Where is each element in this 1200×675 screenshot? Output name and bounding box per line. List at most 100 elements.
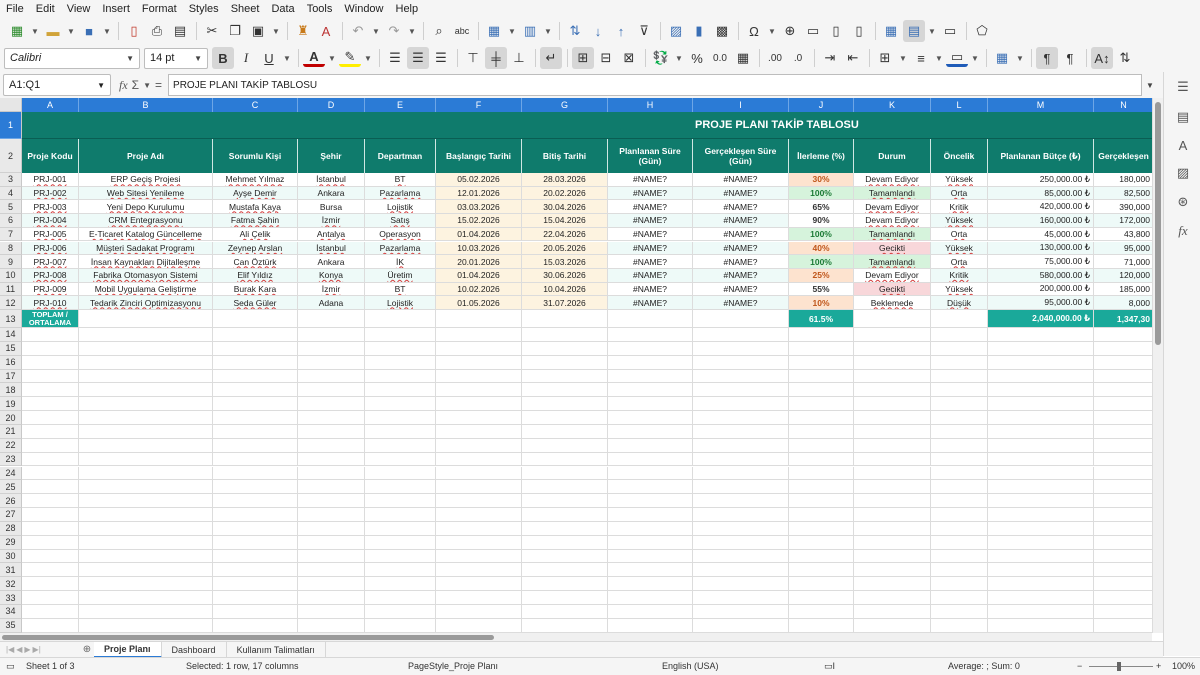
empty-cell[interactable] [854, 411, 931, 425]
empty-cell[interactable] [693, 591, 789, 605]
table-cell[interactable]: 82,500 [1094, 186, 1152, 201]
empty-cell[interactable] [931, 535, 988, 550]
empty-cell[interactable] [365, 535, 436, 550]
table-cell[interactable]: Fabrika Otomasyon Sistemi [79, 268, 213, 283]
properties-icon[interactable]: ▤ [1174, 108, 1192, 126]
chevron-down-icon[interactable]: ▼ [926, 20, 938, 42]
comment-icon[interactable]: ▭ [802, 20, 824, 42]
table-cell[interactable]: Seda Güler [213, 296, 298, 310]
empty-cell[interactable] [22, 341, 79, 356]
vertical-text-icon[interactable]: A↕ [1091, 47, 1113, 69]
total-empty-cell[interactable] [522, 310, 608, 328]
row-header-11[interactable]: 11 [0, 282, 22, 297]
column-header-f[interactable]: F [436, 98, 522, 112]
empty-cell[interactable] [854, 577, 931, 592]
empty-cell[interactable] [931, 563, 988, 578]
header-cell[interactable]: Bitiş Tarihi [522, 139, 608, 173]
font-color-icon[interactable]: A [303, 49, 325, 67]
empty-cell[interactable] [522, 341, 608, 356]
empty-cell[interactable] [213, 424, 298, 439]
empty-cell[interactable] [789, 480, 854, 495]
empty-cell[interactable] [522, 369, 608, 384]
horizontal-scrollbar[interactable] [0, 633, 1152, 641]
table-cell[interactable]: Orta [931, 227, 988, 242]
print-preview-icon[interactable]: ▤ [169, 20, 191, 42]
empty-cell[interactable] [854, 424, 931, 439]
empty-cell[interactable] [988, 369, 1094, 384]
empty-cell[interactable] [854, 369, 931, 384]
row-header-10[interactable]: 10 [0, 268, 22, 283]
empty-cell[interactable] [1094, 508, 1152, 522]
border-color-icon[interactable]: ▭ [946, 49, 968, 67]
empty-cell[interactable] [213, 605, 298, 619]
empty-cell[interactable] [436, 605, 522, 619]
empty-cell[interactable] [436, 549, 522, 564]
table-cell[interactable]: Müşteri Sadakat Programı [79, 241, 213, 256]
row-header-5[interactable]: 5 [0, 200, 22, 215]
row-header-25[interactable]: 25 [0, 480, 22, 495]
empty-cell[interactable] [213, 341, 298, 356]
tab-dashboard[interactable]: Dashboard [162, 641, 227, 658]
total-empty-cell[interactable] [365, 310, 436, 328]
empty-cell[interactable] [693, 411, 789, 425]
empty-cell[interactable] [522, 605, 608, 619]
empty-cell[interactable] [854, 480, 931, 495]
empty-cell[interactable] [436, 466, 522, 481]
empty-cell[interactable] [22, 508, 79, 522]
empty-cell[interactable] [522, 480, 608, 495]
empty-cell[interactable] [298, 452, 365, 467]
empty-cell[interactable] [693, 480, 789, 495]
empty-cell[interactable] [1094, 550, 1152, 564]
empty-cell[interactable] [522, 549, 608, 564]
empty-cell[interactable] [988, 383, 1094, 398]
empty-cell[interactable] [436, 341, 522, 356]
table-cell[interactable]: ERP Geçiş Projesi [79, 173, 213, 187]
table-cell[interactable]: Tamamlandı [854, 227, 931, 242]
empty-cell[interactable] [522, 438, 608, 453]
empty-cell[interactable] [213, 397, 298, 412]
table-cell[interactable]: 15.02.2026 [436, 214, 522, 228]
row-header-7[interactable]: 7 [0, 227, 22, 242]
table-cell[interactable]: CRM Entegrasyonu [79, 214, 213, 228]
empty-cell[interactable] [988, 466, 1094, 481]
empty-cell[interactable] [22, 591, 79, 605]
empty-cell[interactable] [522, 563, 608, 578]
empty-cell[interactable] [608, 480, 693, 495]
save-icon[interactable]: ■ [78, 20, 100, 42]
empty-cell[interactable] [608, 452, 693, 467]
empty-cell[interactable] [693, 618, 789, 633]
empty-cell[interactable] [931, 383, 988, 398]
empty-cell[interactable] [1094, 605, 1152, 619]
menu-tools[interactable]: Tools [301, 0, 339, 18]
functions-icon[interactable]: fx [1174, 222, 1192, 240]
row-header-32[interactable]: 32 [0, 577, 22, 592]
table-cell[interactable]: Ali Çelik [213, 227, 298, 242]
empty-cell[interactable] [79, 563, 213, 578]
empty-cell[interactable] [22, 438, 79, 453]
table-cell[interactable]: #NAME? [693, 268, 789, 283]
empty-cell[interactable] [436, 383, 522, 398]
table-cell[interactable]: Lojistik [365, 296, 436, 310]
table-cell[interactable]: #NAME? [608, 227, 693, 242]
empty-cell[interactable] [522, 591, 608, 605]
table-cell[interactable]: #NAME? [608, 186, 693, 201]
header-cell[interactable]: İlerleme (%) [789, 139, 854, 173]
row-header-28[interactable]: 28 [0, 521, 22, 536]
empty-cell[interactable] [79, 466, 213, 481]
row-header-2[interactable]: 2 [0, 139, 22, 173]
column-header-c[interactable]: C [213, 98, 298, 112]
table-cell[interactable]: #NAME? [693, 282, 789, 297]
table-cell[interactable]: İK [365, 255, 436, 269]
table-cell[interactable]: Gecikti [854, 282, 931, 297]
table-cell[interactable]: 55% [789, 282, 854, 297]
total-empty-cell[interactable] [213, 310, 298, 328]
table-cell[interactable]: Devam Ediyor [854, 200, 931, 215]
table-cell[interactable]: 43,800 [1094, 227, 1152, 242]
table-cell[interactable]: 25% [789, 268, 854, 283]
empty-cell[interactable] [79, 605, 213, 619]
empty-cell[interactable] [1094, 619, 1152, 633]
merge-center-icon[interactable]: ⊞ [572, 47, 594, 69]
empty-cell[interactable] [365, 411, 436, 425]
empty-cell[interactable] [365, 438, 436, 453]
empty-cell[interactable] [988, 452, 1094, 467]
